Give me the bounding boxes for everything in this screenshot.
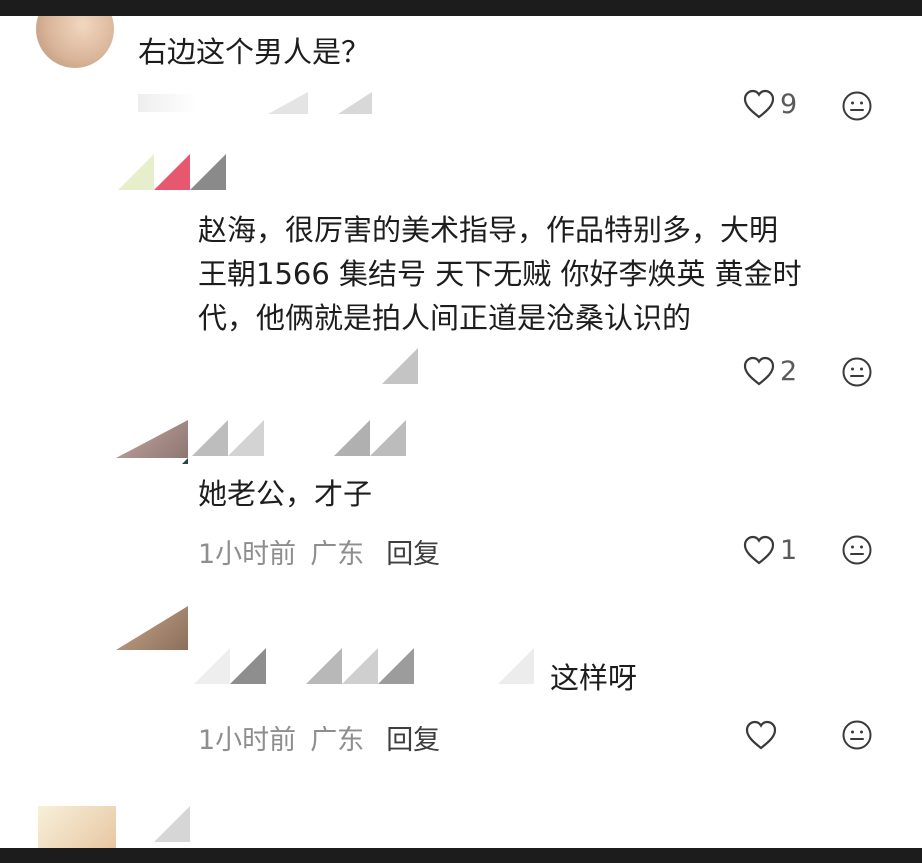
comment-text-line-3: 代，他俩就是拍人间正道是沧桑认识的 [198,301,692,335]
obscured-username [194,648,534,688]
heart-outline-icon [745,720,777,750]
neutral-face-icon[interactable] [841,534,873,566]
obscured-meta [138,88,378,118]
heart-outline-icon [743,535,775,565]
like-button[interactable]: 1 [742,534,797,566]
obscured-username [118,154,226,194]
top-frame-bar [0,0,922,16]
neutral-face-icon[interactable] [841,356,873,388]
neutral-face-icon[interactable] [841,719,873,751]
comment-meta: 1小时前 广东 回复 [198,532,440,571]
bottom-frame-bar [0,848,922,863]
like-count: 9 [780,88,798,120]
avatar[interactable] [116,420,188,464]
neutral-face-icon[interactable] [841,90,873,122]
avatar[interactable] [116,606,188,650]
comment-time: 1小时前 [198,539,297,570]
avatar[interactable] [38,806,116,848]
like-button[interactable]: 2 [742,355,797,387]
comment-meta: 1小时前 广东 回复 [198,718,440,757]
comment-list[interactable]: 右边这个男人是？ 9 赵海，很厉害的美术指导，作品特别多，大明 王朝1566 集… [0,16,922,848]
like-count: 2 [780,355,798,387]
obscured-username [154,806,190,846]
like-button[interactable] [744,719,782,751]
avatar[interactable] [36,16,114,68]
heart-outline-icon [743,356,775,386]
heart-outline-icon [743,89,775,119]
comment-text: 她老公，才子 [198,477,373,511]
reply-button[interactable]: 回复 [386,725,440,756]
obscured-username [192,420,406,460]
comment-text-line-1: 赵海，很厉害的美术指导，作品特别多，大明 [198,213,779,247]
comment-text-line-2: 王朝1566 集结号 天下无贼 你好李焕英 黄金时 [198,257,802,291]
comment-text: 右边这个男人是？ [138,35,371,69]
like-button[interactable]: 9 [742,88,797,120]
reply-button[interactable]: 回复 [386,539,440,570]
comment-text: 这样呀 [550,661,638,695]
comment-location: 广东 [310,725,365,756]
comment-time: 1小时前 [198,725,297,756]
comment-location: 广东 [310,539,365,570]
obscured-meta [382,348,418,388]
like-count: 1 [780,534,798,566]
